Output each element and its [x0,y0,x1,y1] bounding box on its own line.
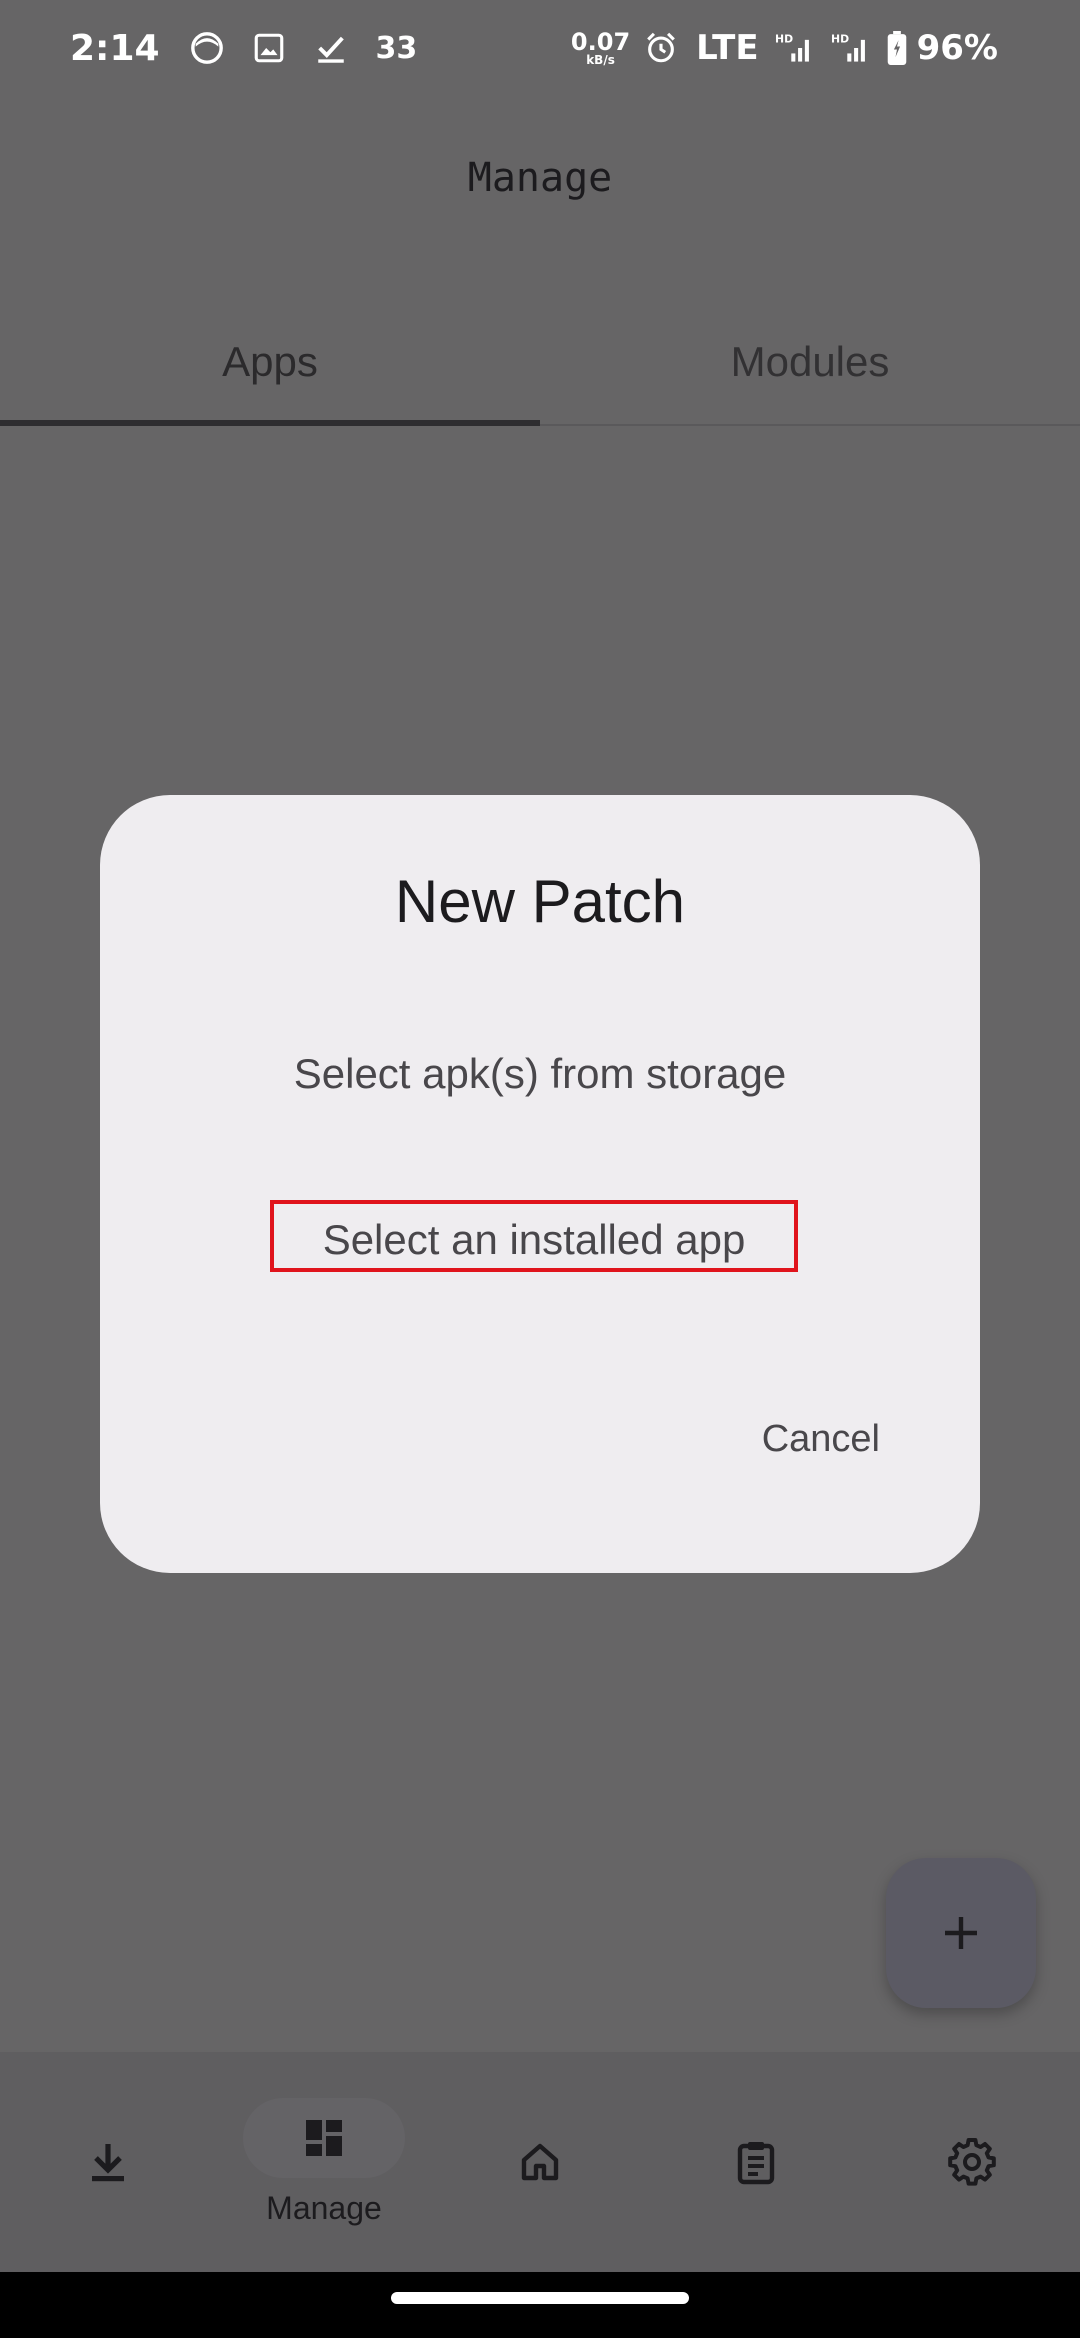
gesture-handle[interactable] [391,2292,689,2304]
status-bar: 2:14 33 0.07 kB/s LTE HD HD 96% [0,0,1080,96]
select-apk-from-storage-option[interactable]: Select apk(s) from storage [100,1050,980,1098]
check-icon [317,36,344,63]
nav-item-download[interactable] [0,2052,216,2272]
nav-pill [675,2122,837,2202]
nav-pill [243,2097,405,2178]
status-bar-left: 2:14 33 [70,24,417,72]
gear-icon [948,2138,996,2186]
cancel-button[interactable]: Cancel [762,1418,880,1461]
dialog-title: New Patch [394,868,686,935]
home-icon [521,2143,559,2181]
select-installed-app-option[interactable]: Select an installed app [270,1200,798,1272]
signal-icon: HD [775,33,809,62]
alarm-icon [647,32,675,63]
plus-icon [945,1917,977,1949]
nav-item-logs[interactable] [648,2052,864,2272]
page-title: Manage [467,155,613,201]
gesture-navigation-area [0,2272,1080,2338]
download-icon [92,2144,124,2182]
nav-pill [891,2122,1053,2202]
status-bar-right: 0.07 kB/s LTE HD HD 96% [571,24,998,72]
network-type: LTE [696,28,759,68]
nav-pill [27,2122,189,2202]
signal-icon: HD [831,33,865,62]
face-icon [190,32,223,64]
tab-modules[interactable]: Modules [540,300,1080,424]
network-speed-value: 0.07 [570,28,631,56]
nav-item-manage[interactable]: Manage [216,2052,432,2272]
clipboard-icon [737,2142,775,2185]
signal-tag: HD [775,33,793,46]
nav-pill [459,2122,621,2202]
bottom-navigation: Manage [0,2052,1080,2272]
battery-icon [887,31,906,65]
status-time: 2:14 [70,27,160,69]
nav-item-home[interactable] [432,2052,648,2272]
network-speed: 0.07 kB/s [571,30,630,66]
image-icon [254,33,283,63]
nav-item-settings[interactable] [864,2052,1080,2272]
signal-tag: HD [831,33,849,46]
network-speed-unit: kB/s [586,53,615,67]
dashboard-icon [306,2119,342,2156]
add-fab-button[interactable] [886,1858,1036,2008]
nav-label-manage: Manage [266,2189,382,2226]
tab-bar: Apps Modules [0,300,1080,426]
new-patch-dialog: New Patch Select apk(s) from storage Sel… [100,795,980,1573]
notification-count: 33 [375,30,418,66]
battery-percent: 96% [916,28,998,68]
tab-apps[interactable]: Apps [0,300,540,426]
